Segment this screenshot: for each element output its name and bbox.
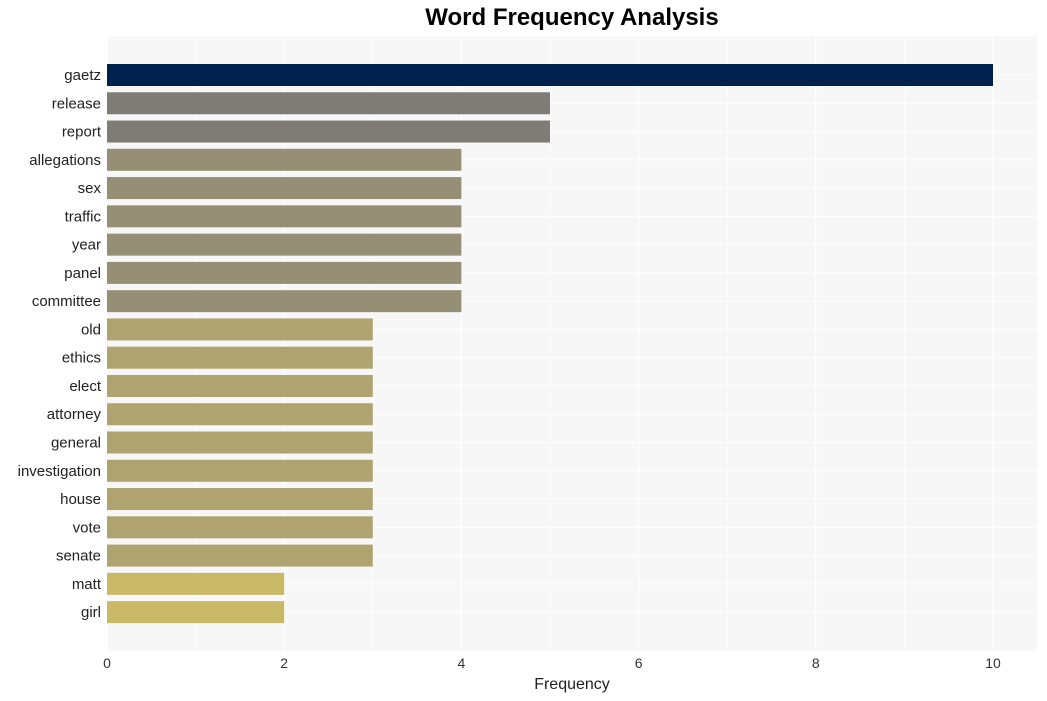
bar-traffic — [107, 205, 462, 228]
bar-attorney — [107, 403, 373, 426]
category-label-gaetz: gaetz — [64, 67, 101, 84]
category-labels: gaetz release report allegations sex traffic y… — [18, 67, 102, 621]
bar-matt — [107, 572, 285, 595]
category-label-general: general — [51, 435, 101, 452]
category-label-old: old — [81, 321, 101, 338]
category-label-vote: vote — [73, 519, 101, 536]
bar-investigation — [107, 459, 373, 482]
category-label-sex: sex — [78, 180, 102, 197]
category-label-committee: committee — [32, 293, 101, 310]
x-tick-labels: 0 2 4 6 8 10 — [103, 655, 1001, 671]
category-label-investigation: investigation — [18, 463, 101, 480]
category-label-year: year — [72, 237, 101, 254]
bar-report — [107, 120, 550, 143]
bar-panel — [107, 261, 462, 284]
bar-sex — [107, 177, 462, 200]
bar-girl — [107, 601, 285, 624]
bar-vote — [107, 516, 373, 539]
bar-house — [107, 488, 373, 511]
bar-release — [107, 92, 550, 115]
bar-old — [107, 318, 373, 341]
bar-allegations — [107, 148, 462, 171]
x-tick-label: 2 — [280, 655, 288, 671]
category-label-release: release — [52, 95, 101, 112]
category-label-girl: girl — [81, 604, 101, 621]
x-tick-label: 6 — [635, 655, 643, 671]
bar-year — [107, 233, 462, 256]
category-label-ethics: ethics — [62, 350, 101, 367]
bar-ethics — [107, 346, 373, 369]
category-label-house: house — [60, 491, 101, 508]
bar-gaetz — [107, 64, 993, 86]
category-label-matt: matt — [72, 576, 102, 593]
category-label-report: report — [62, 124, 102, 141]
category-label-panel: panel — [64, 265, 101, 282]
x-tick-label: 0 — [103, 655, 111, 671]
x-axis-title: Frequency — [534, 676, 610, 693]
bar-chart: gaetz release report allegations sex traffic y… — [18, 36, 1037, 693]
category-label-attorney: attorney — [47, 406, 102, 423]
bar-elect — [107, 374, 373, 397]
bar-committee — [107, 290, 462, 313]
category-label-elect: elect — [69, 378, 102, 395]
x-tick-label: 10 — [985, 655, 1001, 671]
x-tick-label: 4 — [458, 655, 466, 671]
bar-senate — [107, 544, 373, 567]
category-label-allegations: allegations — [29, 152, 101, 169]
bar-general — [107, 431, 373, 454]
x-tick-label: 8 — [812, 655, 820, 671]
category-label-senate: senate — [56, 548, 101, 565]
category-label-traffic: traffic — [65, 208, 102, 225]
